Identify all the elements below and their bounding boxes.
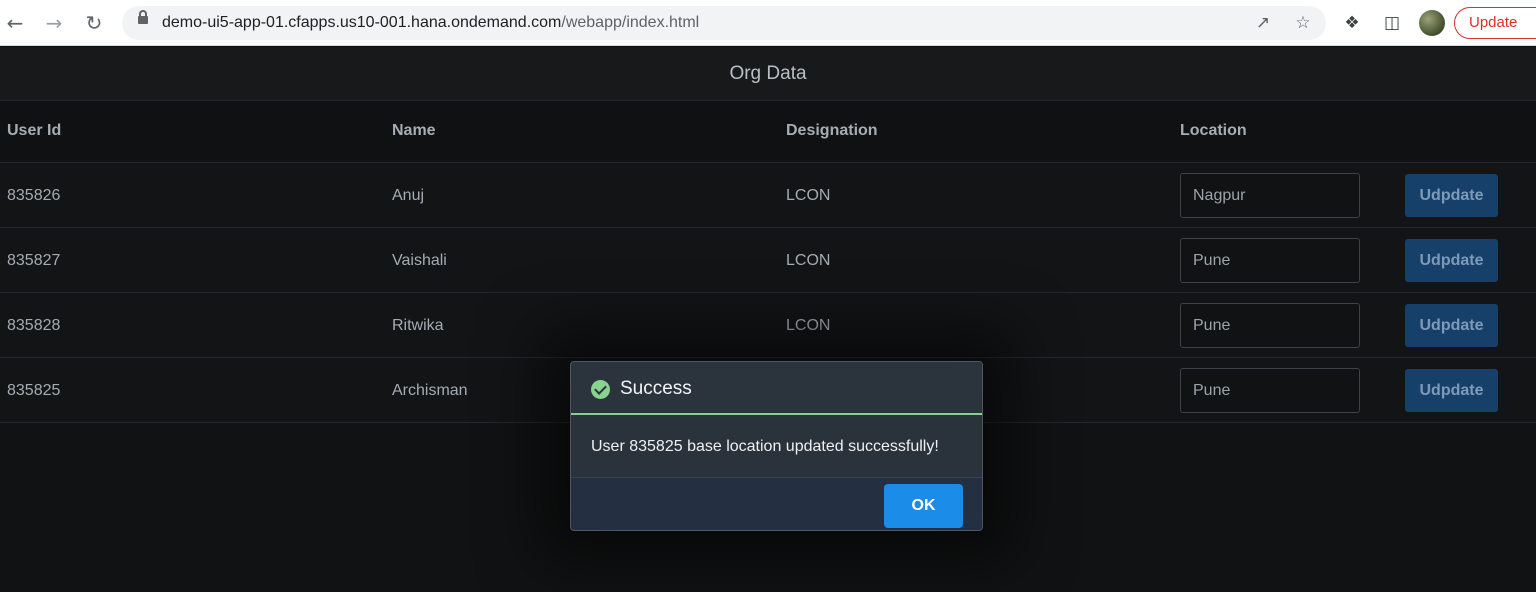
extensions-icon[interactable]: ❖	[1340, 11, 1364, 35]
dialog-header: Success	[571, 362, 982, 415]
designation-cell: LCON	[786, 317, 831, 334]
location-input[interactable]	[1180, 303, 1360, 348]
ok-button[interactable]: OK	[884, 484, 963, 528]
reload-icon[interactable]: ↻	[80, 9, 108, 37]
column-header-name: Name	[392, 122, 436, 139]
name-cell: Archisman	[392, 382, 468, 399]
location-input[interactable]	[1180, 173, 1360, 218]
star-icon[interactable]: ☆	[1292, 12, 1314, 34]
update-row-button[interactable]: Udpdate	[1405, 304, 1498, 347]
designation-cell: LCON	[786, 187, 831, 204]
user-id-cell: 835825	[7, 382, 61, 399]
location-input[interactable]	[1180, 368, 1360, 413]
user-id-cell: 835826	[7, 187, 61, 204]
table-row: 835828 Ritwika LCON Udpdate	[0, 293, 1536, 358]
name-cell: Vaishali	[392, 252, 447, 269]
dialog-message: User 835825 base location updated succes…	[591, 438, 939, 455]
dialog-title: Success	[620, 378, 692, 399]
name-cell: Ritwika	[392, 317, 444, 334]
table-row: 835827 Vaishali LCON Udpdate	[0, 228, 1536, 293]
update-row-button[interactable]: Udpdate	[1405, 369, 1498, 412]
browser-toolbar: ← → ↻ demo-ui5-app-01.cfapps.us10-001.ha…	[0, 0, 1536, 46]
name-cell: Anuj	[392, 187, 425, 204]
back-icon[interactable]: ←	[1, 9, 29, 37]
designation-cell: LCON	[786, 252, 831, 269]
side-panel-icon[interactable]: ◫	[1380, 11, 1404, 35]
user-id-cell: 835827	[7, 252, 61, 269]
dialog-footer: OK	[571, 477, 982, 530]
table-row: 835826 Anuj LCON Udpdate	[0, 163, 1536, 228]
url-text[interactable]: demo-ui5-app-01.cfapps.us10-001.hana.ond…	[162, 14, 699, 32]
update-row-button[interactable]: Udpdate	[1405, 239, 1498, 282]
update-row-button[interactable]: Udpdate	[1405, 174, 1498, 217]
location-input[interactable]	[1180, 238, 1360, 283]
share-icon[interactable]: ↗	[1252, 12, 1274, 34]
page-title: Org Data	[0, 47, 1536, 101]
avatar[interactable]	[1419, 10, 1445, 36]
user-id-cell: 835828	[7, 317, 61, 334]
column-header-user-id: User Id	[7, 122, 62, 139]
forward-icon[interactable]: →	[40, 9, 68, 37]
check-circle-icon	[591, 380, 610, 399]
address-bar[interactable]: demo-ui5-app-01.cfapps.us10-001.hana.ond…	[122, 6, 1326, 40]
table-header: User Id Name Designation Location	[0, 101, 1536, 163]
column-header-location: Location	[1180, 122, 1247, 139]
success-dialog: Success User 835825 base location update…	[570, 361, 983, 531]
browser-update-button[interactable]: Update	[1454, 7, 1536, 39]
lock-icon[interactable]	[138, 10, 148, 24]
column-header-designation: Designation	[786, 122, 878, 139]
